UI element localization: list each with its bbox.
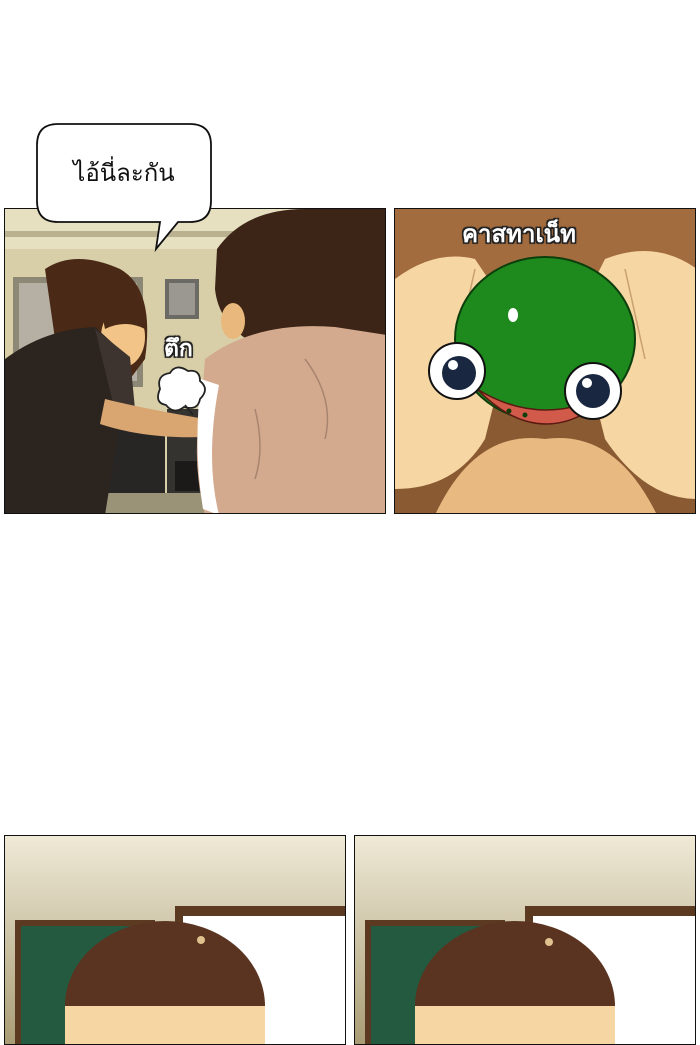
panel-2-illustration — [395, 209, 695, 513]
comic-panel-1: ตึก — [4, 208, 386, 514]
panel-4-illustration — [355, 836, 695, 1044]
speech-bubble: ไอ้นี่ละกัน — [36, 123, 212, 253]
comic-panel-2: คาสทาเน็ท — [394, 208, 696, 514]
sound-effect-text: ตึก — [164, 336, 193, 362]
comic-panel-3 — [4, 835, 346, 1045]
speech-bubble-text: ไอ้นี่ละกัน — [73, 158, 175, 187]
panel-3-illustration — [5, 836, 345, 1044]
caption-text: คาสทาเน็ท — [462, 220, 576, 248]
panel-1-illustration — [5, 209, 385, 513]
comic-panel-4 — [354, 835, 696, 1045]
